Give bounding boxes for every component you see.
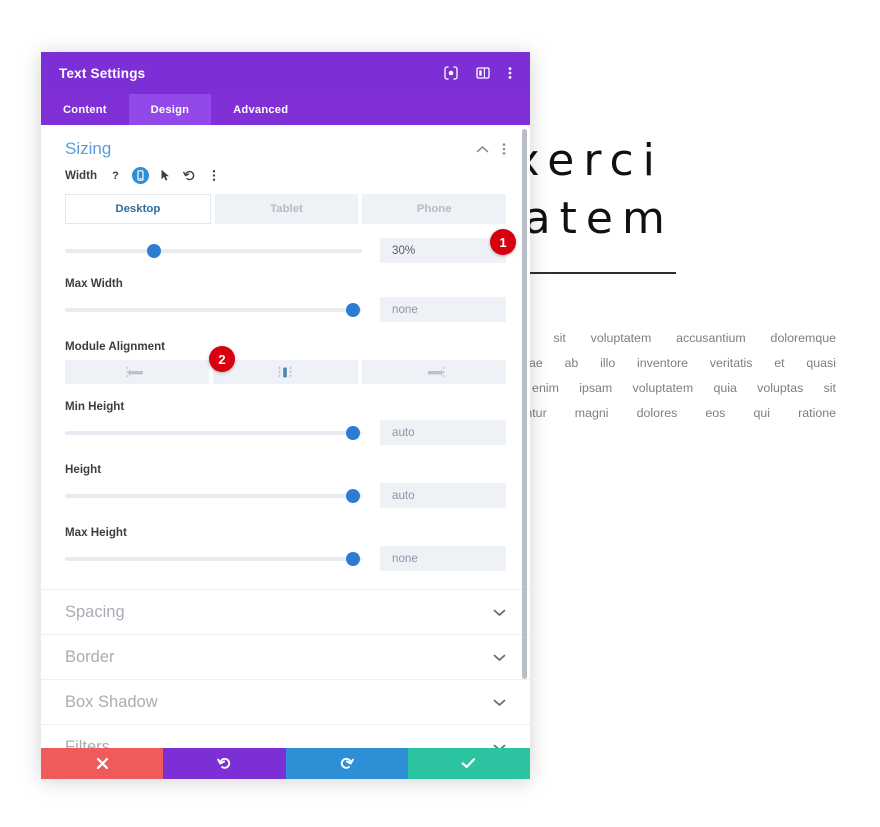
module-alignment-label: Module Alignment xyxy=(65,340,166,353)
sizing-section-icons xyxy=(476,142,506,156)
module-alignment-options xyxy=(65,360,506,384)
cancel-button[interactable] xyxy=(41,748,164,779)
height-slider-handle[interactable] xyxy=(346,488,361,503)
hover-cursor-icon[interactable] xyxy=(158,168,173,183)
panel-tabbar: Content Design Advanced xyxy=(41,94,530,125)
collapsed-sections: Spacing Border Box Shadow Filters xyxy=(41,589,530,748)
max-width-value-input[interactable]: none xyxy=(380,297,506,322)
tab-design[interactable]: Design xyxy=(128,94,212,125)
max-height-value-input[interactable]: none xyxy=(380,546,506,571)
device-tab-phone[interactable]: Phone xyxy=(362,194,507,224)
width-value-input[interactable]: 30% xyxy=(380,238,506,263)
text-settings-panel: Text Settings Content Design Advanced Si… xyxy=(41,52,530,779)
panel-layout-icon[interactable] xyxy=(476,66,490,80)
width-slider-row: 30% xyxy=(65,238,506,263)
max-height-slider-handle[interactable] xyxy=(346,551,361,566)
panel-title: Text Settings xyxy=(59,65,146,81)
callout-badge-2: 2 xyxy=(209,346,235,372)
section-box-shadow[interactable]: Box Shadow xyxy=(41,679,530,724)
width-label: Width xyxy=(65,169,98,182)
save-button[interactable] xyxy=(407,748,530,779)
width-slider[interactable] xyxy=(65,240,362,262)
chevron-down-icon[interactable] xyxy=(493,608,506,617)
panel-scrollbar[interactable] xyxy=(522,129,527,679)
min-height-slider-handle[interactable] xyxy=(346,425,361,440)
chevron-down-icon[interactable] xyxy=(493,743,506,748)
max-width-slider[interactable] xyxy=(65,299,362,321)
help-icon[interactable]: ? xyxy=(108,168,123,183)
section-border[interactable]: Border xyxy=(41,634,530,679)
responsive-device-tabs: Desktop Tablet Phone xyxy=(65,194,507,224)
section-filters-label: Filters xyxy=(65,737,110,749)
max-height-slider-track xyxy=(65,556,362,561)
min-height-slider[interactable] xyxy=(65,422,362,444)
panel-header-icons xyxy=(444,66,512,80)
tab-advanced[interactable]: Advanced xyxy=(211,94,310,125)
height-slider-track xyxy=(65,493,362,498)
min-height-label: Min Height xyxy=(65,400,125,413)
width-label-row: Width ? xyxy=(65,167,506,184)
more-options-icon[interactable] xyxy=(206,168,221,183)
panel-body: Sizing Width ? Desktop Tablet Phone 30% … xyxy=(41,125,530,748)
width-slider-handle[interactable] xyxy=(147,243,162,258)
max-width-slider-track xyxy=(65,307,362,312)
height-slider-row: auto xyxy=(65,483,506,508)
max-height-slider-row: none xyxy=(65,546,506,571)
heading-divider xyxy=(530,272,676,274)
module-alignment-field: Module Alignment xyxy=(65,340,506,384)
device-tab-desktop[interactable]: Desktop xyxy=(65,194,211,224)
max-height-slider[interactable] xyxy=(65,548,362,570)
min-height-value-input[interactable]: auto xyxy=(380,420,506,445)
width-slider-track xyxy=(65,248,362,253)
section-filters[interactable]: Filters xyxy=(41,724,530,748)
align-center-icon[interactable] xyxy=(213,360,358,384)
more-options-icon[interactable] xyxy=(502,142,506,156)
device-tab-tablet[interactable]: Tablet xyxy=(214,194,359,224)
max-width-label: Max Width xyxy=(65,277,123,290)
sizing-section: Sizing Width ? Desktop Tablet Phone 30% … xyxy=(41,125,530,571)
max-width-slider-row: none xyxy=(65,297,506,322)
min-height-field: Min Height auto xyxy=(65,400,506,445)
reset-icon[interactable] xyxy=(182,168,197,183)
section-box-shadow-label: Box Shadow xyxy=(65,692,158,711)
height-field: Height auto xyxy=(65,463,506,508)
section-spacing[interactable]: Spacing xyxy=(41,589,530,634)
max-height-field: Max Height none xyxy=(65,526,506,571)
max-height-label: Max Height xyxy=(65,526,127,539)
chevron-down-icon[interactable] xyxy=(493,698,506,707)
max-width-slider-handle[interactable] xyxy=(346,302,361,317)
responsive-device-icon[interactable] xyxy=(132,167,150,184)
chevron-down-icon[interactable] xyxy=(493,653,506,662)
svg-text:?: ? xyxy=(112,170,119,182)
panel-header: Text Settings xyxy=(41,52,530,94)
height-label: Height xyxy=(65,463,102,476)
sizing-section-title: Sizing xyxy=(65,139,112,158)
tab-content[interactable]: Content xyxy=(41,94,129,125)
height-slider[interactable] xyxy=(65,485,362,507)
max-width-field: Max Width none xyxy=(65,277,506,322)
callout-badge-1: 1 xyxy=(490,229,516,255)
section-spacing-label: Spacing xyxy=(65,602,125,621)
redo-button[interactable] xyxy=(285,748,408,779)
chevron-up-icon[interactable] xyxy=(476,145,489,154)
focus-target-icon[interactable] xyxy=(444,66,458,80)
undo-button[interactable] xyxy=(163,748,286,779)
section-border-label: Border xyxy=(65,647,115,666)
align-left-icon[interactable] xyxy=(65,360,210,384)
screen: ud Exerci ocritatem s iste natus error s… xyxy=(0,0,880,827)
min-height-slider-row: auto xyxy=(65,420,506,445)
min-height-slider-track xyxy=(65,430,362,435)
panel-action-bar xyxy=(41,748,530,779)
align-right-icon[interactable] xyxy=(361,360,506,384)
sizing-section-header[interactable]: Sizing xyxy=(65,139,506,167)
height-value-input[interactable]: auto xyxy=(380,483,506,508)
more-options-icon[interactable] xyxy=(508,66,512,80)
